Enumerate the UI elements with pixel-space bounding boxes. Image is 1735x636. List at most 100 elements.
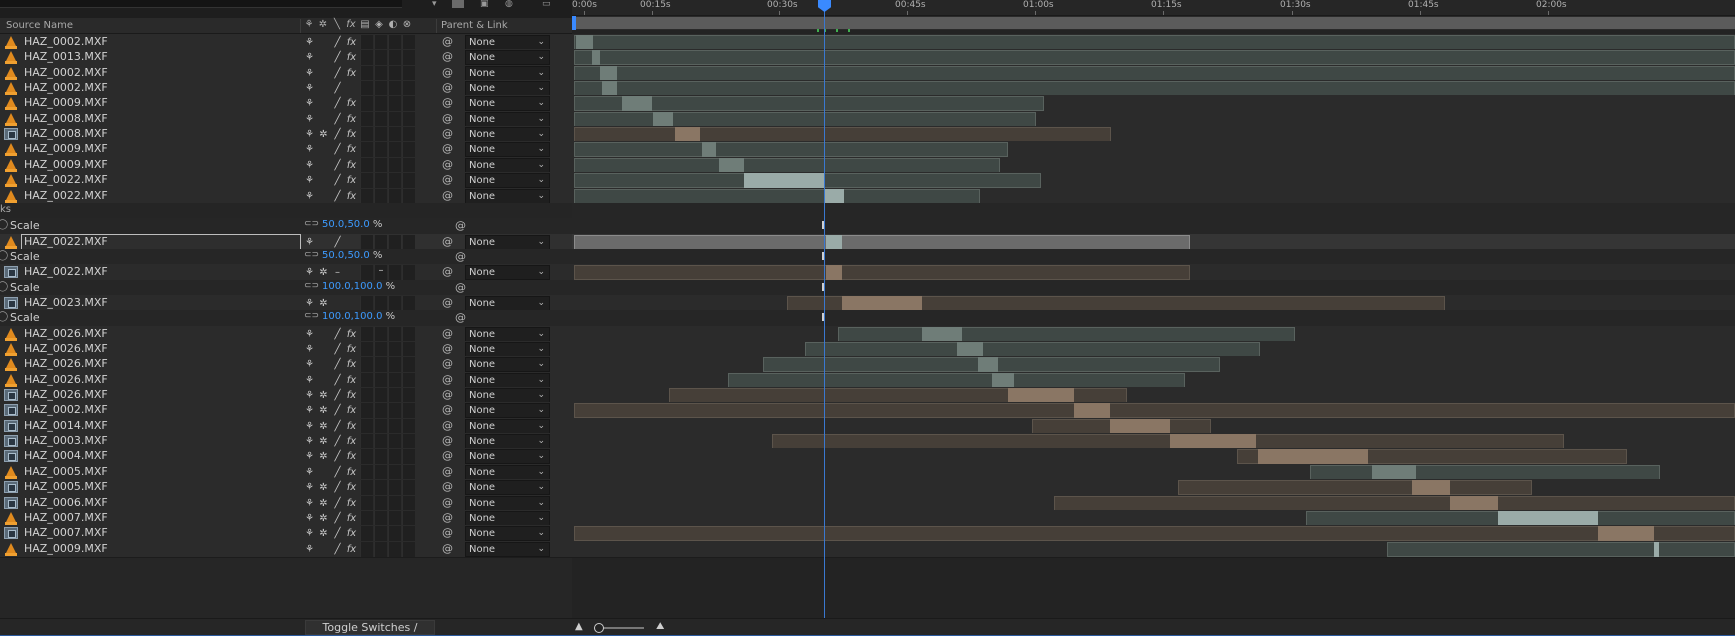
collapse-switch-icon[interactable]: [317, 51, 330, 64]
switch-slot[interactable]: [388, 434, 401, 449]
quality-switch-icon[interactable]: ╱: [331, 358, 344, 371]
layer-in-out-segment[interactable]: [719, 158, 744, 173]
parent-dropdown[interactable]: None ⌄: [465, 449, 550, 464]
layer-row[interactable]: HAZ_0009.MXF ⚘ ╱ fx @ None ⌄: [0, 141, 572, 158]
layer-name[interactable]: HAZ_0007.MXF: [24, 511, 108, 524]
fx-switch-icon[interactable]: fx: [345, 497, 358, 510]
switch-slot[interactable]: [374, 342, 387, 357]
switch-slot[interactable]: [402, 296, 415, 311]
switch-slot[interactable]: [374, 434, 387, 449]
layer-duration-bar[interactable]: [574, 526, 1735, 541]
layer-in-out-segment[interactable]: [1598, 526, 1654, 541]
switch-slot[interactable]: [388, 173, 401, 188]
switch-slot[interactable]: [402, 403, 415, 418]
fx-switch-icon[interactable]: [345, 82, 358, 95]
collapse-switch-icon[interactable]: ✲: [317, 512, 330, 525]
quality-switch-icon[interactable]: ╱: [331, 466, 344, 479]
switch-slot[interactable]: [374, 235, 387, 250]
graph-editor-icon[interactable]: ▭: [542, 0, 551, 9]
switch-slot[interactable]: [388, 327, 401, 342]
track-row[interactable]: [572, 479, 1735, 496]
collapse-switch-icon[interactable]: ✲: [317, 266, 330, 279]
pickwhip-icon[interactable]: @: [442, 357, 453, 370]
pickwhip-icon[interactable]: @: [442, 449, 453, 462]
shy-switch-icon[interactable]: ⚘: [303, 36, 316, 49]
quality-switch-icon[interactable]: ╱: [331, 543, 344, 556]
layer-duration-bar[interactable]: [574, 127, 1111, 142]
layer-in-out-segment[interactable]: [1258, 449, 1368, 464]
switch-slot[interactable]: [360, 35, 373, 50]
switch-slot[interactable]: [402, 142, 415, 157]
switch-slot[interactable]: [402, 112, 415, 127]
zoom-slider-knob[interactable]: [594, 623, 604, 633]
switch-slot[interactable]: [388, 96, 401, 111]
switch-slot[interactable]: [374, 66, 387, 81]
collapse-switch-icon[interactable]: [317, 67, 330, 80]
layer-in-out-segment[interactable]: [1450, 496, 1498, 511]
switch-slot[interactable]: [388, 235, 401, 250]
layer-duration-bar[interactable]: [805, 342, 1260, 357]
parent-dropdown[interactable]: None ⌄: [465, 235, 550, 250]
layer-row[interactable]: HAZ_0013.MXF ⚘ ╱ fx @ None ⌄: [0, 49, 572, 66]
scale-value[interactable]: 100.0,100.0 %: [322, 311, 395, 322]
pickwhip-icon[interactable]: @: [442, 419, 453, 432]
collapse-switch-icon[interactable]: [317, 543, 330, 556]
fx-switch-icon[interactable]: fx: [345, 420, 358, 433]
layer-name[interactable]: HAZ_0013.MXF: [24, 50, 108, 63]
scale-numbers[interactable]: 50.0,50.0: [322, 219, 370, 230]
shy-switch-icon[interactable]: ⚘: [303, 143, 316, 156]
track-row[interactable]: I: [572, 218, 1735, 235]
shy-switch-icon[interactable]: ⚘: [303, 174, 316, 187]
layer-row[interactable]: HAZ_0002.MXF ⚘ ✲ ╱ fx @ None ⌄: [0, 402, 572, 419]
parent-dropdown[interactable]: None ⌄: [465, 96, 550, 111]
collapse-switch-icon[interactable]: [317, 97, 330, 110]
switch-slot[interactable]: [388, 265, 401, 280]
switch-slot[interactable]: [360, 265, 373, 280]
layer-name[interactable]: HAZ_0026.MXF: [24, 327, 108, 340]
switch-slot[interactable]: [374, 35, 387, 50]
shy-switch-icon[interactable]: ⚘: [303, 420, 316, 433]
parent-dropdown[interactable]: None ⌄: [465, 434, 550, 449]
shy-switch-icon[interactable]: ⚘: [303, 435, 316, 448]
quality-switch-icon[interactable]: ╱: [331, 51, 344, 64]
switch-slot[interactable]: [402, 235, 415, 250]
switch-slot[interactable]: [388, 158, 401, 173]
track-row[interactable]: [572, 172, 1735, 189]
layer-duration-bar[interactable]: [1310, 465, 1660, 480]
switch-slot[interactable]: [374, 449, 387, 464]
frame-blend-icon[interactable]: ▤: [359, 19, 371, 32]
switch-slot[interactable]: [402, 480, 415, 495]
dropdown-arrow-icon[interactable]: ▾: [432, 0, 437, 9]
layer-row[interactable]: HAZ_0009.MXF ⚘ ╱ fx @ None ⌄: [0, 95, 572, 112]
parent-dropdown[interactable]: None ⌄: [465, 66, 550, 81]
collapse-switch-icon[interactable]: [317, 343, 330, 356]
shy-switch-icon[interactable]: ⚘: [303, 343, 316, 356]
switch-slot[interactable]: [360, 112, 373, 127]
quality-switch-icon[interactable]: ╱: [331, 82, 344, 95]
composition-icon[interactable]: [452, 0, 464, 8]
switch-slot[interactable]: [360, 496, 373, 511]
switch-slot[interactable]: [374, 419, 387, 434]
switch-slot[interactable]: [360, 388, 373, 403]
shy-switch-icon[interactable]: ⚘: [303, 543, 316, 556]
fx-switch-icon[interactable]: fx: [345, 450, 358, 463]
pickwhip-icon[interactable]: @: [442, 403, 453, 416]
switch-slot[interactable]: [402, 449, 415, 464]
layer-name[interactable]: HAZ_0008.MXF: [24, 127, 108, 140]
switch-slot[interactable]: [388, 542, 401, 557]
pickwhip-icon[interactable]: @: [442, 542, 453, 555]
parent-dropdown[interactable]: None ⌄: [465, 189, 550, 204]
switch-slot[interactable]: [360, 465, 373, 480]
time-ruler[interactable]: 0:00s 00:15s 00:30s 00:45s 01:00s 01:15s 01:30…: [572, 0, 1735, 16]
shy-switch-icon[interactable]: ⚘: [303, 266, 316, 279]
fx-switch-icon[interactable]: [345, 236, 358, 249]
layer-name[interactable]: HAZ_0002.MXF: [24, 35, 108, 48]
layer-duration-bar[interactable]: [574, 142, 1008, 157]
layer-name[interactable]: HAZ_0007.MXF: [24, 526, 108, 539]
stopwatch-icon[interactable]: ◯: [0, 311, 8, 322]
parent-dropdown[interactable]: None ⌄: [465, 465, 550, 480]
switch-slot[interactable]: [402, 127, 415, 142]
draft3d-icon[interactable]: ▣: [480, 0, 489, 9]
layer-in-out-segment[interactable]: [1654, 542, 1659, 557]
switch-slot[interactable]: [374, 526, 387, 541]
